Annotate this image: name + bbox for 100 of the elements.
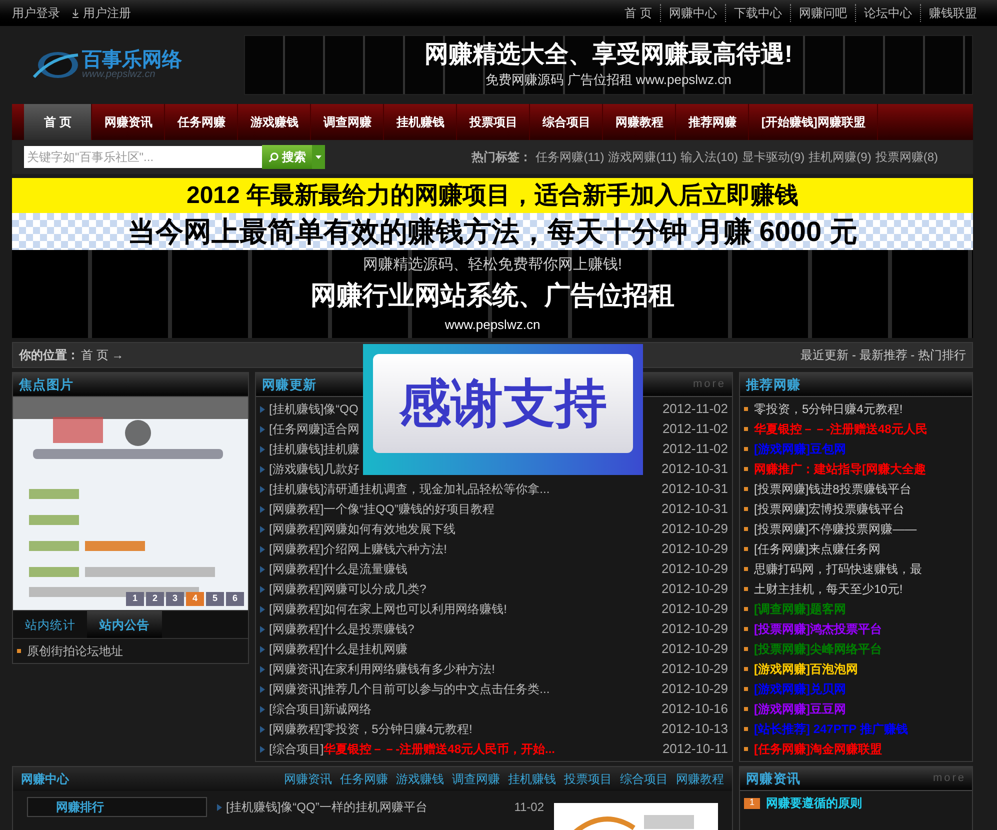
article-link[interactable]: [网赚教程]网赚可以分成几类? bbox=[269, 580, 662, 598]
bullet-icon bbox=[744, 487, 748, 491]
article-link[interactable]: [网赚教程]一个像“挂QQ”赚钱的好项目教程 bbox=[269, 500, 662, 518]
page-button[interactable]: 5 bbox=[206, 592, 224, 606]
arrow-icon bbox=[260, 686, 265, 692]
hot-tag-link[interactable]: 挂机网赚(9) bbox=[808, 148, 872, 166]
top-link[interactable]: 用户登录 bbox=[12, 4, 60, 22]
panel-title: 推荐网赚 bbox=[746, 376, 801, 394]
article-link[interactable]: [挂机赚钱]像“QQ”一样的挂机网赚平台 bbox=[226, 798, 514, 816]
dropdown-caret-icon[interactable] bbox=[312, 145, 325, 169]
article-link[interactable]: [网赚教程]什么是投票赚钱? bbox=[269, 620, 662, 638]
top-link[interactable]: 网赚中心 bbox=[660, 4, 725, 22]
recommend-link[interactable]: [任务网赚]来点赚任务网 bbox=[754, 540, 881, 558]
bullet-icon bbox=[744, 747, 748, 751]
recommend-link[interactable]: 土财主挂机，每天至少10元! bbox=[754, 580, 903, 598]
hot-tags-label: 热门标签： bbox=[472, 149, 532, 166]
article-date: 2012-10-29 bbox=[662, 520, 728, 538]
recommend-link[interactable]: [投票网赚]宏博投票赚钱平台 bbox=[754, 500, 905, 518]
article-link[interactable]: [综合项目]新诚网络 bbox=[269, 700, 662, 718]
breadcrumb-link[interactable]: 首 页 → bbox=[81, 346, 124, 364]
hot-tag-link[interactable]: 显卡驱动(9) bbox=[742, 148, 805, 166]
bullet-icon bbox=[744, 447, 748, 451]
category-link[interactable]: 投票项目 bbox=[564, 770, 612, 788]
promo-title: 网赚行业网站系统、广告位招租 bbox=[310, 280, 674, 312]
page-button[interactable]: 6 bbox=[226, 592, 244, 606]
hot-tag-link[interactable]: 游戏网赚(11) bbox=[608, 148, 677, 166]
arrow-icon bbox=[260, 526, 265, 532]
article-link[interactable]: [网赚教程]什么是流量赚钱 bbox=[269, 560, 662, 578]
top-link[interactable]: 网赚问吧 bbox=[790, 4, 855, 22]
article-date: 2012-10-29 bbox=[662, 640, 728, 658]
panel-tab[interactable]: 站内统计 bbox=[13, 611, 88, 638]
hot-tag-link[interactable]: 任务网赚(11) bbox=[536, 148, 604, 166]
hot-tag-link[interactable]: 投票网赚(8) bbox=[875, 148, 938, 166]
arrow-icon bbox=[260, 486, 265, 492]
bullet-icon bbox=[744, 607, 748, 611]
bullet-icon bbox=[744, 527, 748, 531]
page-button[interactable]: 2 bbox=[146, 592, 164, 606]
top-link[interactable]: 论坛中心 bbox=[855, 4, 920, 22]
page-button[interactable]: 1 bbox=[126, 592, 144, 606]
category-link[interactable]: 任务网赚 bbox=[340, 770, 388, 788]
news-link[interactable]: 网赚要遵循的原则 bbox=[766, 794, 862, 812]
article-link[interactable]: [综合项目]华夏银控－－-注册赠送48元人民币，开始... bbox=[269, 740, 662, 758]
article-link[interactable]: [网赚教程]网赚如何有效地发展下线 bbox=[269, 520, 662, 538]
page-button[interactable]: 3 bbox=[166, 592, 184, 606]
panel-title: 网赚更新 bbox=[262, 376, 317, 394]
article-date: 2012-10-31 bbox=[662, 480, 728, 498]
article-link[interactable]: [网赚资讯]推荐几个目前可以参与的中文点击任务类... bbox=[269, 680, 662, 698]
article-date: 2012-10-29 bbox=[662, 580, 728, 598]
download-icon bbox=[72, 8, 79, 18]
category-link[interactable]: 挂机赚钱 bbox=[508, 770, 556, 788]
top-link[interactable]: 赚钱联盟 bbox=[920, 4, 985, 22]
hot-tag-link[interactable]: 输入法(10) bbox=[680, 148, 738, 166]
recommend-link[interactable]: [投票网赚]钱进8投票赚钱平台 bbox=[754, 480, 912, 498]
recommend-link[interactable]: 思赚打码网，打码快速赚钱，最 bbox=[754, 560, 922, 578]
article-link[interactable]: [网赚资讯]在家利用网络赚钱有多少种方法! bbox=[269, 660, 662, 678]
arrow-icon bbox=[260, 666, 265, 672]
promo-headline: 当今网上最简单有效的赚钱方法，每天十分钟 月赚 6000 元 bbox=[128, 214, 858, 248]
panel-title: 焦点图片 bbox=[19, 376, 74, 394]
article-link[interactable]: [网赚教程]零投资，5分钟日赚4元教程! bbox=[269, 720, 662, 738]
article-link[interactable]: [网赚教程]什么是挂机网赚 bbox=[269, 640, 662, 658]
article-link[interactable]: [网赚教程]如何在家上网也可以利用网络赚钱! bbox=[269, 600, 662, 618]
recommend-link[interactable]: 网赚推广：建站指导[网赚大全趣 bbox=[754, 460, 926, 478]
rank-badge: 1 bbox=[744, 798, 760, 808]
top-link[interactable]: 用户注册 bbox=[83, 4, 131, 22]
article-date: 2012-10-11 bbox=[662, 740, 728, 758]
article-date: 2012-10-16 bbox=[662, 700, 728, 718]
recommend-link[interactable]: [投票网赚]不停赚投票网赚—— bbox=[754, 520, 917, 538]
bullet-icon bbox=[744, 427, 748, 431]
thanks-popup[interactable]: 感谢支持 bbox=[363, 344, 643, 475]
article-date: 11-02 bbox=[514, 799, 544, 816]
panel-tab[interactable]: 站内公告 bbox=[87, 611, 162, 638]
bullet-icon bbox=[17, 649, 21, 653]
logo-url: www.pepslwz.cn bbox=[82, 70, 156, 80]
arrow-icon bbox=[260, 646, 265, 652]
search-field[interactable]: 关键字如"百事乐社区"... bbox=[24, 146, 262, 168]
category-link[interactable]: 调查网赚 bbox=[452, 770, 500, 788]
recommend-link[interactable]: [游戏网赚]百泡泡网 bbox=[754, 660, 858, 678]
search-icon bbox=[268, 152, 279, 162]
top-link[interactable]: 首 页 bbox=[616, 4, 660, 22]
article-link[interactable]: [网赚教程]介绍网上赚钱六种方法! bbox=[269, 540, 662, 558]
recommend-link[interactable]: 零投资，5分钟日赚4元教程! bbox=[754, 400, 903, 418]
recommend-link[interactable]: [任务网赚]淘金网赚联盟 bbox=[754, 740, 882, 758]
article-date: 2012-10-29 bbox=[662, 560, 728, 578]
recommend-link[interactable]: 华夏银控－－-注册赠送48元人民 bbox=[754, 420, 928, 438]
banner-title: 网赚精选大全、享受网赚最高待遇! bbox=[424, 40, 792, 70]
article-date: 2012-10-29 bbox=[662, 600, 728, 618]
bullet-icon bbox=[744, 667, 748, 671]
nav-tab[interactable]: 首 页 bbox=[24, 104, 92, 140]
category-link[interactable]: 网赚资讯 bbox=[284, 770, 332, 788]
article-link[interactable]: [挂机赚钱]清研通挂机调查，现金加礼品轻松等你拿... bbox=[269, 480, 662, 498]
arrow-icon bbox=[260, 586, 265, 592]
category-link[interactable]: 综合项目 bbox=[620, 770, 668, 788]
top-link[interactable]: 下载中心 bbox=[725, 4, 790, 22]
notice-link[interactable]: 原创街拍论坛地址 bbox=[27, 642, 123, 660]
logo-text: 百事乐网络 bbox=[82, 50, 182, 70]
category-link[interactable]: 游戏赚钱 bbox=[396, 770, 444, 788]
rank-tab[interactable]: 网赚排行 bbox=[27, 797, 207, 817]
arrow-icon bbox=[260, 506, 265, 512]
panel-title: 网赚资讯 bbox=[746, 770, 801, 788]
category-link[interactable]: 网赚教程 bbox=[676, 770, 724, 788]
